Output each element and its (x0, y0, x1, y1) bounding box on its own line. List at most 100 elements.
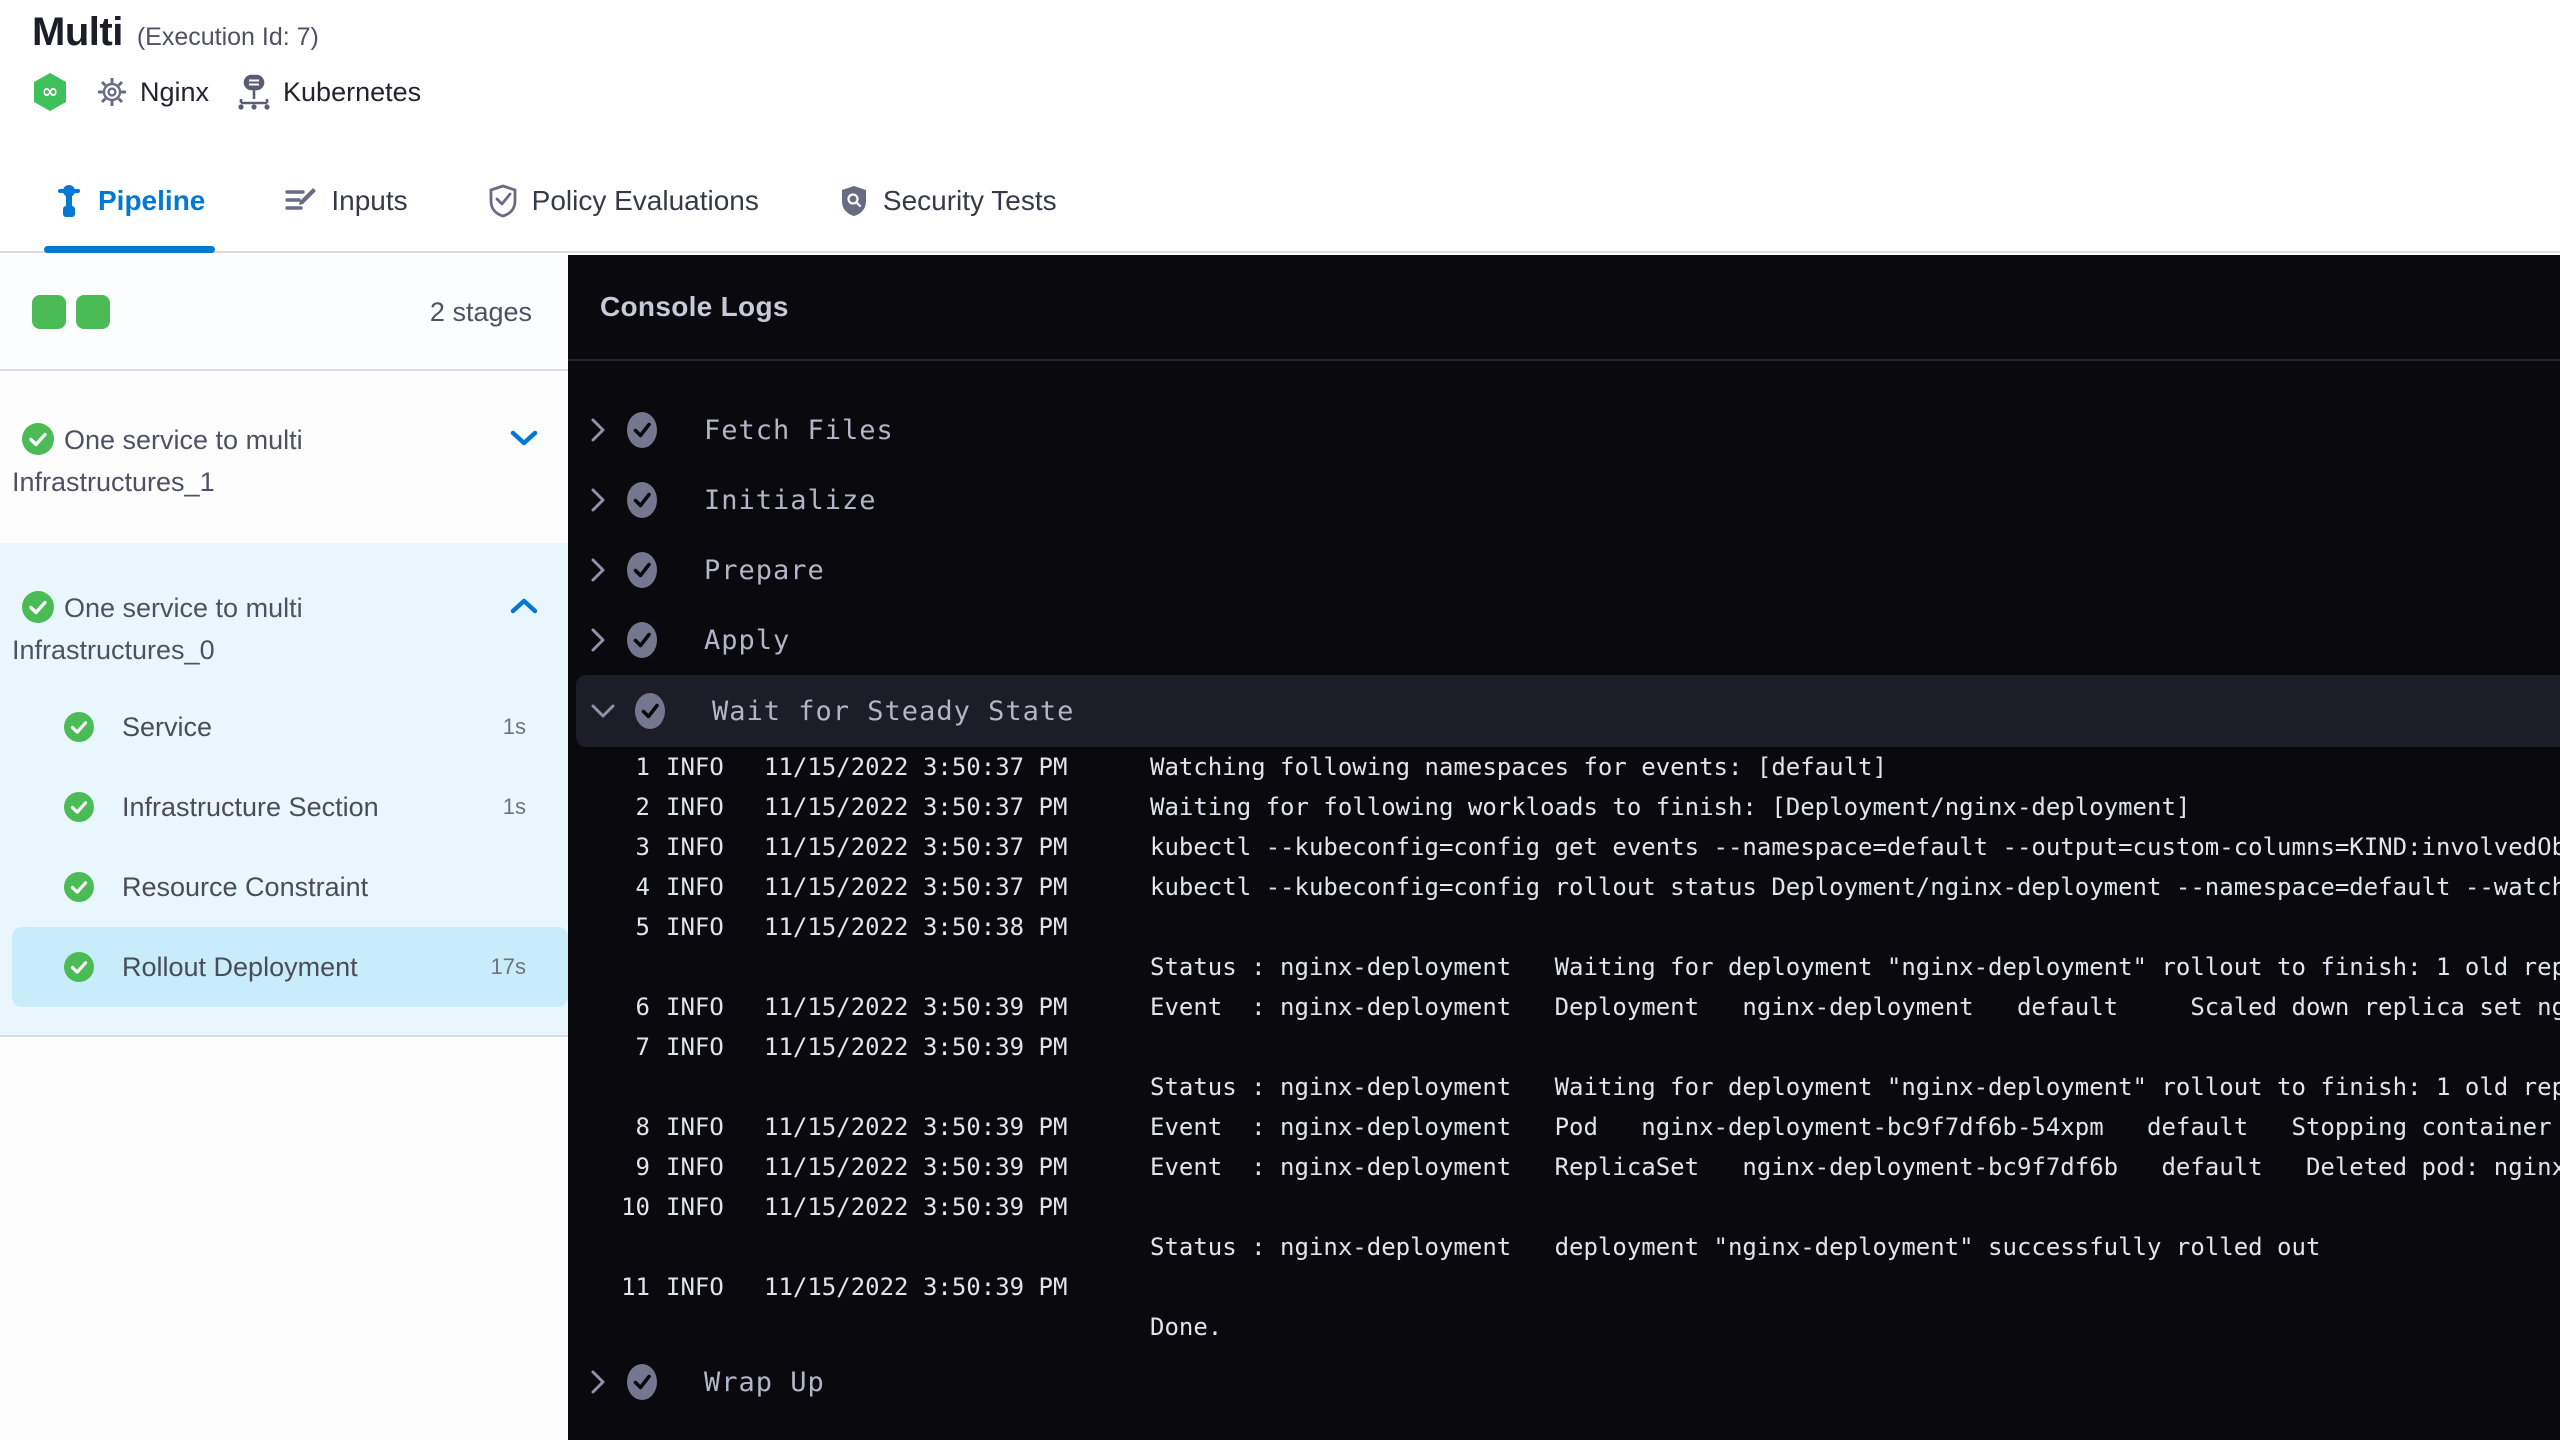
log-line: Status : nginx-deployment deployment "ng… (568, 1227, 2560, 1267)
step-success-icon (624, 1363, 704, 1401)
log-timestamp: 11/15/2022 3:50:37 PM (764, 833, 1068, 861)
log-section-initialize[interactable]: Initialize (568, 465, 2560, 535)
stage-status-square-1[interactable] (32, 295, 66, 329)
step-success-icon (624, 481, 704, 519)
log-line-number: 6 (635, 993, 650, 1021)
log-section-prepare[interactable]: Prepare (568, 535, 2560, 605)
log-line: 9 INFO 11/15/2022 3:50:39 PM Event : nginx-… (568, 1147, 2560, 1187)
chevron-up-icon[interactable] (510, 597, 538, 615)
log-message: Done. (1150, 1313, 1223, 1341)
service-chip[interactable]: Nginx (96, 76, 209, 108)
stages-header: 2 stages (0, 255, 568, 371)
chevron-down-icon[interactable] (510, 429, 538, 447)
stage-name: One service to multi Infrastructures_0 (12, 593, 303, 665)
step-success-icon (632, 692, 712, 730)
log-timestamp: 11/15/2022 3:50:37 PM (764, 793, 1068, 821)
environment-chip[interactable]: Kubernetes (237, 74, 421, 110)
log-line-number: 5 (635, 913, 650, 941)
tab-inputs[interactable]: Inputs (275, 150, 417, 251)
console-body: Fetch Files Initialize Prepare Apply Wai… (568, 361, 2560, 1417)
step-duration: 1s (502, 794, 526, 819)
log-timestamp: 11/15/2022 3:50:39 PM (764, 993, 1068, 1021)
title-row: Multi (Execution Id: 7) (32, 10, 319, 55)
section-label: Apply (704, 624, 791, 656)
console-title: Console Logs (600, 291, 789, 322)
harness-cd-icon: ∞ (32, 72, 68, 112)
log-message: kubectl --kubeconfig=config rollout stat… (1150, 873, 2560, 901)
kubernetes-icon (237, 74, 271, 110)
step-item-resource-constraint[interactable]: Resource Constraint (0, 847, 568, 927)
tab-pipeline[interactable]: Pipeline (44, 150, 216, 253)
chevron-right-icon (568, 487, 624, 513)
stage-success-icon (22, 591, 54, 623)
log-section-apply[interactable]: Apply (568, 605, 2560, 675)
log-message: Waiting for following workloads to finis… (1150, 793, 2191, 821)
step-item-infrastructure-section[interactable]: Infrastructure Section 1s (0, 767, 568, 847)
log-line-number: 3 (635, 833, 650, 861)
step-success-icon (64, 712, 94, 742)
stage-success-icon (22, 423, 54, 455)
step-item-service[interactable]: Service 1s (0, 687, 568, 767)
app-root: Multi (Execution Id: 7) ∞ Nginx Kubernet… (0, 0, 2560, 1440)
step-name: Service (122, 711, 213, 742)
stages-sidebar: 2 stages One service to multi Infrastruc… (0, 255, 568, 1440)
section-label: Wrap Up (704, 1366, 825, 1398)
log-level: INFO (666, 833, 724, 861)
step-name: Resource Constraint (122, 871, 369, 902)
log-timestamp: 11/15/2022 3:50:37 PM (764, 753, 1068, 781)
log-section-wrap-up[interactable]: Wrap Up (568, 1347, 2560, 1417)
log-line-number: 8 (635, 1113, 650, 1141)
section-label: Initialize (704, 484, 877, 516)
step-name: Rollout Deployment (122, 951, 358, 982)
execution-tab-bar: Pipeline Inputs Policy Evaluations Secur… (0, 150, 2560, 253)
step-duration: 17s (490, 954, 526, 979)
log-timestamp: 11/15/2022 3:50:39 PM (764, 1153, 1068, 1181)
step-success-icon (64, 872, 94, 902)
log-level: INFO (666, 793, 724, 821)
log-section-fetch-files[interactable]: Fetch Files (568, 395, 2560, 465)
log-line: 7 INFO 11/15/2022 3:50:39 PM (568, 1027, 2560, 1067)
log-line: Status : nginx-deployment Waiting for de… (568, 1067, 2560, 1107)
tab-security-tests[interactable]: Security Tests (829, 150, 1067, 251)
log-line: 11 INFO 11/15/2022 3:50:39 PM (568, 1267, 2560, 1307)
tab-pipeline-label: Pipeline (98, 184, 206, 216)
stage-item-one-service-to-multi-infrastructures-0[interactable]: One service to multi Infrastructures_0 (0, 543, 568, 687)
stage-status-square-2[interactable] (76, 295, 110, 329)
chevron-right-icon (568, 557, 624, 583)
log-line: 8 INFO 11/15/2022 3:50:39 PM Event : nginx-… (568, 1107, 2560, 1147)
stage-item-one-service-to-multi-infrastructures-1[interactable]: One service to multi Infrastructures_1 (0, 371, 568, 543)
console-logs-panel: Console Logs Fetch Files Initialize Prep… (568, 255, 2560, 1440)
step-success-icon (624, 621, 704, 659)
log-line: 3 INFO 11/15/2022 3:50:37 PM kubectl --kube… (568, 827, 2560, 867)
log-line: 6 INFO 11/15/2022 3:50:39 PM Event : nginx-… (568, 987, 2560, 1027)
section-label: Prepare (704, 554, 825, 586)
tab-policy-evaluations[interactable]: Policy Evaluations (478, 150, 769, 251)
chevron-right-icon (568, 417, 624, 443)
step-success-icon (624, 551, 704, 589)
execution-id: (Execution Id: 7) (136, 23, 319, 51)
log-line-number: 10 (621, 1193, 650, 1221)
stages-count: 2 stages (429, 296, 532, 327)
log-timestamp: 11/15/2022 3:50:38 PM (764, 913, 1068, 941)
step-item-rollout-deployment[interactable]: Rollout Deployment 17s (12, 927, 568, 1007)
stage-expanded-block: One service to multi Infrastructures_0 S… (0, 543, 568, 1037)
log-line: 10 INFO 11/15/2022 3:50:39 PM (568, 1187, 2560, 1227)
tab-policy-evaluations-label: Policy Evaluations (531, 184, 759, 216)
log-line-number: 1 (635, 753, 650, 781)
tab-security-tests-label: Security Tests (882, 184, 1057, 216)
execution-header: Multi (Execution Id: 7) ∞ Nginx Kubernet… (0, 0, 2560, 150)
inputs-icon (285, 186, 317, 216)
log-message: Event : nginx-deployment Deployment ngin… (1150, 993, 2560, 1021)
pipeline-icon (54, 184, 84, 218)
step-success-icon (624, 411, 704, 449)
log-message: Event : nginx-deployment ReplicaSet ngin… (1150, 1153, 2560, 1181)
log-level: INFO (666, 873, 724, 901)
log-section-wait-for-steady-state[interactable]: Wait for Steady State (576, 675, 2560, 747)
log-level: INFO (666, 1033, 724, 1061)
step-success-icon (64, 952, 94, 982)
log-line: 2 INFO 11/15/2022 3:50:37 PM Waiting for fo… (568, 787, 2560, 827)
svg-text:∞: ∞ (42, 79, 59, 103)
service-name: Nginx (140, 76, 210, 107)
security-tests-icon (839, 184, 869, 218)
log-line: 5 INFO 11/15/2022 3:50:38 PM (568, 907, 2560, 947)
